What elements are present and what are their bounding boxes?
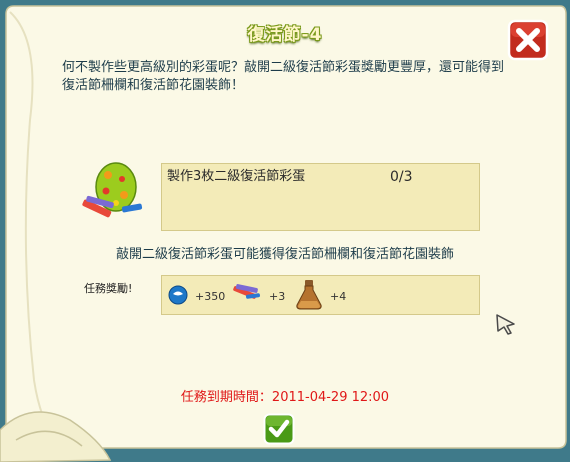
reward-value: +350 (195, 290, 226, 303)
intro-text: 何不製作些更高級別的彩蛋呢？敲開二級復活節彩蛋獎勵更豐厚，還可能得到復活節柵欄和… (62, 60, 505, 93)
reward-value: +4 (330, 290, 347, 303)
crayons-icon (233, 284, 261, 299)
mouse-cursor-icon (496, 314, 515, 335)
close-button[interactable] (507, 19, 549, 61)
task-description: 敲開二級復活節彩蛋可能獲得復活節柵欄和復活節花園裝飾 (115, 247, 454, 262)
confirm-button[interactable] (263, 413, 295, 445)
reward-box: +350 +3 +4 (161, 275, 480, 315)
task-box: 製作3枚二級復活節彩蛋 0/3 (161, 163, 480, 231)
expiry-text: 任務到期時間：2011-04-29 12:00 (180, 390, 390, 405)
close-icon (507, 19, 549, 61)
reward-value: +3 (269, 290, 286, 303)
dialog-title: 復活節-4 (247, 25, 323, 45)
experience-orb-icon (168, 285, 188, 305)
easter-egg-with-crayons-icon (82, 162, 143, 218)
task-progress: 0/3 (390, 169, 413, 185)
reward-label: 任務獎勵! (84, 282, 133, 295)
checkmark-icon (263, 413, 295, 445)
potion-flask-icon (296, 280, 322, 310)
task-label: 製作3枚二級復活節彩蛋 (167, 169, 306, 184)
